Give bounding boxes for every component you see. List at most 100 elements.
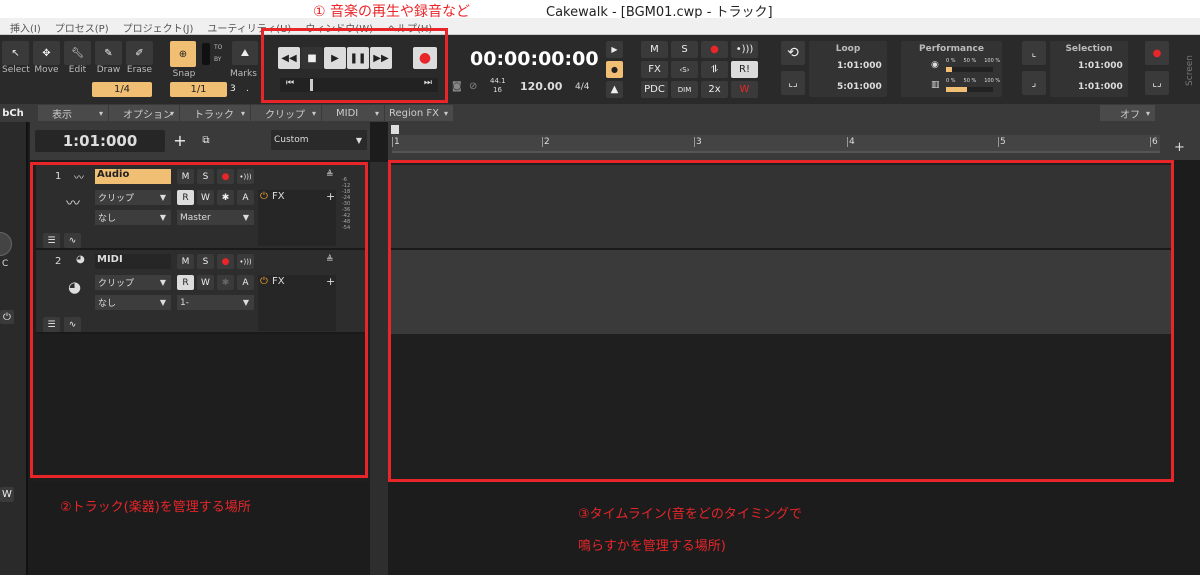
- bit-depth: 16: [493, 86, 502, 94]
- loop-start[interactable]: 1:01:000: [837, 61, 882, 71]
- read-enable-button[interactable]: R!: [731, 61, 758, 78]
- selection-start[interactable]: 1:01:000: [1078, 61, 1123, 71]
- tool-edit[interactable]: 🔧︎ Edit: [64, 41, 91, 75]
- annotation-box-timeline: [388, 160, 1174, 482]
- snap-resolution[interactable]: 1/4: [92, 82, 152, 97]
- annotation-box-transport: [261, 28, 448, 103]
- edit-icon: 🔧︎: [64, 41, 91, 65]
- add-ruler-icon[interactable]: +: [1174, 140, 1185, 155]
- snap-dot: .: [246, 84, 249, 94]
- screenset-label[interactable]: Screen: [1185, 55, 1195, 86]
- audio-engine-icon[interactable]: ◙: [452, 81, 462, 92]
- fx-bypass-button[interactable]: FX: [641, 61, 668, 78]
- menu-midi[interactable]: MIDI: [322, 105, 384, 121]
- pencil-icon: ✎: [95, 41, 122, 65]
- snap-count: 3: [230, 84, 236, 94]
- set-loop-icon[interactable]: ⌞⌟: [781, 71, 805, 95]
- performance-title: Performance: [919, 44, 984, 54]
- double-speed-button[interactable]: 2x: [701, 81, 728, 98]
- scale-50: 50 %: [963, 58, 977, 64]
- punch-range-icon[interactable]: ⌞⌟: [1145, 71, 1169, 95]
- dropout-icon[interactable]: ⊘: [469, 81, 477, 92]
- power-icon[interactable]: ⏻: [0, 310, 14, 324]
- scale-50: 50 %: [963, 78, 977, 84]
- track-pane-header: 1:01:000 + ⧉ Custom: [30, 122, 370, 160]
- snap-to-by-toggle[interactable]: [202, 43, 210, 65]
- solo-all-button[interactable]: S: [671, 41, 698, 58]
- tool-erase[interactable]: ✐ Erase: [126, 41, 153, 75]
- inspector-strip: C ⏻ W: [0, 122, 28, 575]
- timeline-ruler[interactable]: 1 2 3 4 5 6 +: [388, 122, 1200, 160]
- scale-100: 100 %: [984, 58, 1001, 64]
- cpu-meter: [946, 87, 993, 92]
- automation-icon[interactable]: ⥮: [701, 61, 728, 78]
- ruler-measure: 4: [847, 137, 855, 147]
- annotation-timeline-1: ③タイムライン(音をどのタイミングで: [578, 507, 802, 522]
- scale-0: 0 %: [946, 58, 956, 64]
- scale-100: 100 %: [984, 78, 1001, 84]
- left-strip-tab[interactable]: bCh: [0, 105, 26, 121]
- selection-end-icon[interactable]: ⌟: [1022, 71, 1046, 95]
- stereo-button[interactable]: ‹S›: [671, 61, 698, 78]
- ruler-measure: 3: [694, 137, 702, 147]
- menu-clip[interactable]: クリップ: [251, 105, 321, 121]
- write-disable-icon[interactable]: W: [731, 81, 758, 98]
- snap-grid[interactable]: 1/1: [170, 82, 227, 97]
- record-mode-icon[interactable]: ●: [606, 61, 623, 78]
- menu-track[interactable]: トラック: [180, 105, 250, 121]
- input-echo-icon[interactable]: •))): [731, 41, 758, 58]
- snap-by-label: BY: [214, 56, 222, 63]
- splitter[interactable]: [370, 162, 388, 575]
- selection-end[interactable]: 1:01:000: [1078, 82, 1123, 92]
- track-view-menu: bCh 表示 オプション トラック クリップ MIDI Region FX オフ: [0, 104, 1200, 122]
- now-time[interactable]: 1:01:000: [35, 130, 165, 152]
- time-display[interactable]: 00:00:00:00: [470, 48, 599, 70]
- menu-project[interactable]: プロジェクト(J): [123, 20, 194, 35]
- now-marker[interactable]: [391, 125, 399, 134]
- duplicate-track-icon[interactable]: ⧉: [197, 130, 215, 150]
- loop-end[interactable]: 5:01:000: [837, 82, 882, 92]
- snap-to-label: TO: [214, 44, 223, 51]
- performance-panel: Performance ◉ ▥ 0 % 50 % 100 % 0 % 50 % 100 …: [901, 41, 1002, 97]
- sample-rate: 44.1: [490, 77, 506, 85]
- add-track-icon[interactable]: +: [171, 130, 189, 150]
- snap-label: Snap: [172, 69, 196, 79]
- meter[interactable]: 4/4: [575, 82, 589, 92]
- punch-icon[interactable]: ●: [1145, 41, 1169, 65]
- dim-button[interactable]: DIM: [671, 81, 698, 98]
- disk-icon: ◉: [931, 60, 939, 70]
- mute-all-button[interactable]: M: [641, 41, 668, 58]
- tool-draw[interactable]: ✎ Draw: [95, 41, 122, 75]
- scale-0: 0 %: [946, 78, 956, 84]
- cpu-icon: ▥: [931, 80, 940, 90]
- write-button[interactable]: W: [0, 487, 14, 502]
- ruler-measure: 6: [1150, 137, 1158, 147]
- annotation-box-tracks: [30, 162, 368, 478]
- record-arm-all-icon[interactable]: ●: [701, 41, 728, 58]
- loop-title: Loop: [835, 44, 861, 54]
- selection-start-icon[interactable]: ⌞: [1022, 41, 1046, 65]
- menu-options[interactable]: オプション: [109, 105, 179, 121]
- title-bar: Cakewalk - [BGM01.cwp - トラック] ① 音楽の再生や録音…: [0, 0, 1200, 20]
- tool-move[interactable]: ✥ Move: [33, 41, 60, 75]
- tool-select[interactable]: ↖ Select: [2, 41, 30, 75]
- tempo[interactable]: 120.00: [520, 80, 562, 93]
- snap-button[interactable]: ⊕: [170, 41, 196, 67]
- metronome-icon[interactable]: ▲: [606, 81, 623, 98]
- annotation-timeline-2: 鳴らすかを管理する場所): [578, 539, 726, 554]
- pan-value: C: [2, 259, 9, 269]
- menu-bar: 挿入(I) プロセス(P) プロジェクト(J) ユーティリティ(U) ウィンドウ…: [0, 18, 1200, 35]
- ruler-measure: 5: [998, 137, 1006, 147]
- marks-icon[interactable]: ⛰: [232, 41, 258, 65]
- track-view-preset[interactable]: Custom: [271, 130, 367, 150]
- play-from-icon[interactable]: ▶: [606, 41, 623, 58]
- menu-process[interactable]: プロセス(P): [55, 20, 109, 35]
- menu-region-fx[interactable]: Region FX: [385, 105, 453, 121]
- menu-insert[interactable]: 挿入(I): [10, 20, 41, 35]
- snap-off-button[interactable]: オフ: [1100, 105, 1155, 121]
- loop-toggle-icon[interactable]: ⟲: [781, 41, 805, 65]
- selection-title: Selection: [1065, 44, 1113, 54]
- pdc-button[interactable]: PDC: [641, 81, 668, 98]
- menu-view[interactable]: 表示: [38, 105, 108, 121]
- pan-knob[interactable]: [0, 232, 12, 256]
